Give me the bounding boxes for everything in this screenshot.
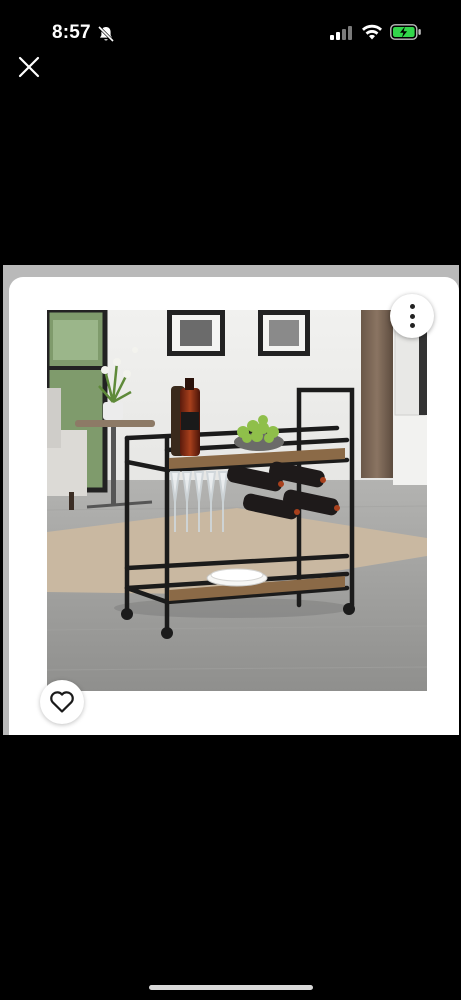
close-icon: [18, 56, 40, 78]
wifi-icon: [362, 24, 382, 40]
cellular-signal-icon: [330, 26, 352, 40]
status-bar: 8:57: [0, 0, 461, 60]
product-photo[interactable]: [47, 310, 427, 691]
favorite-button[interactable]: [40, 680, 84, 724]
close-button[interactable]: [14, 52, 44, 82]
heart-icon: [50, 691, 74, 713]
home-indicator[interactable]: [149, 985, 313, 990]
battery-charging-icon: [390, 24, 421, 40]
bell-slash-icon: [97, 25, 115, 43]
product-card: [9, 277, 459, 735]
image-viewer: [3, 265, 459, 735]
status-time: 8:57: [52, 22, 91, 43]
more-options-button[interactable]: [390, 294, 434, 338]
